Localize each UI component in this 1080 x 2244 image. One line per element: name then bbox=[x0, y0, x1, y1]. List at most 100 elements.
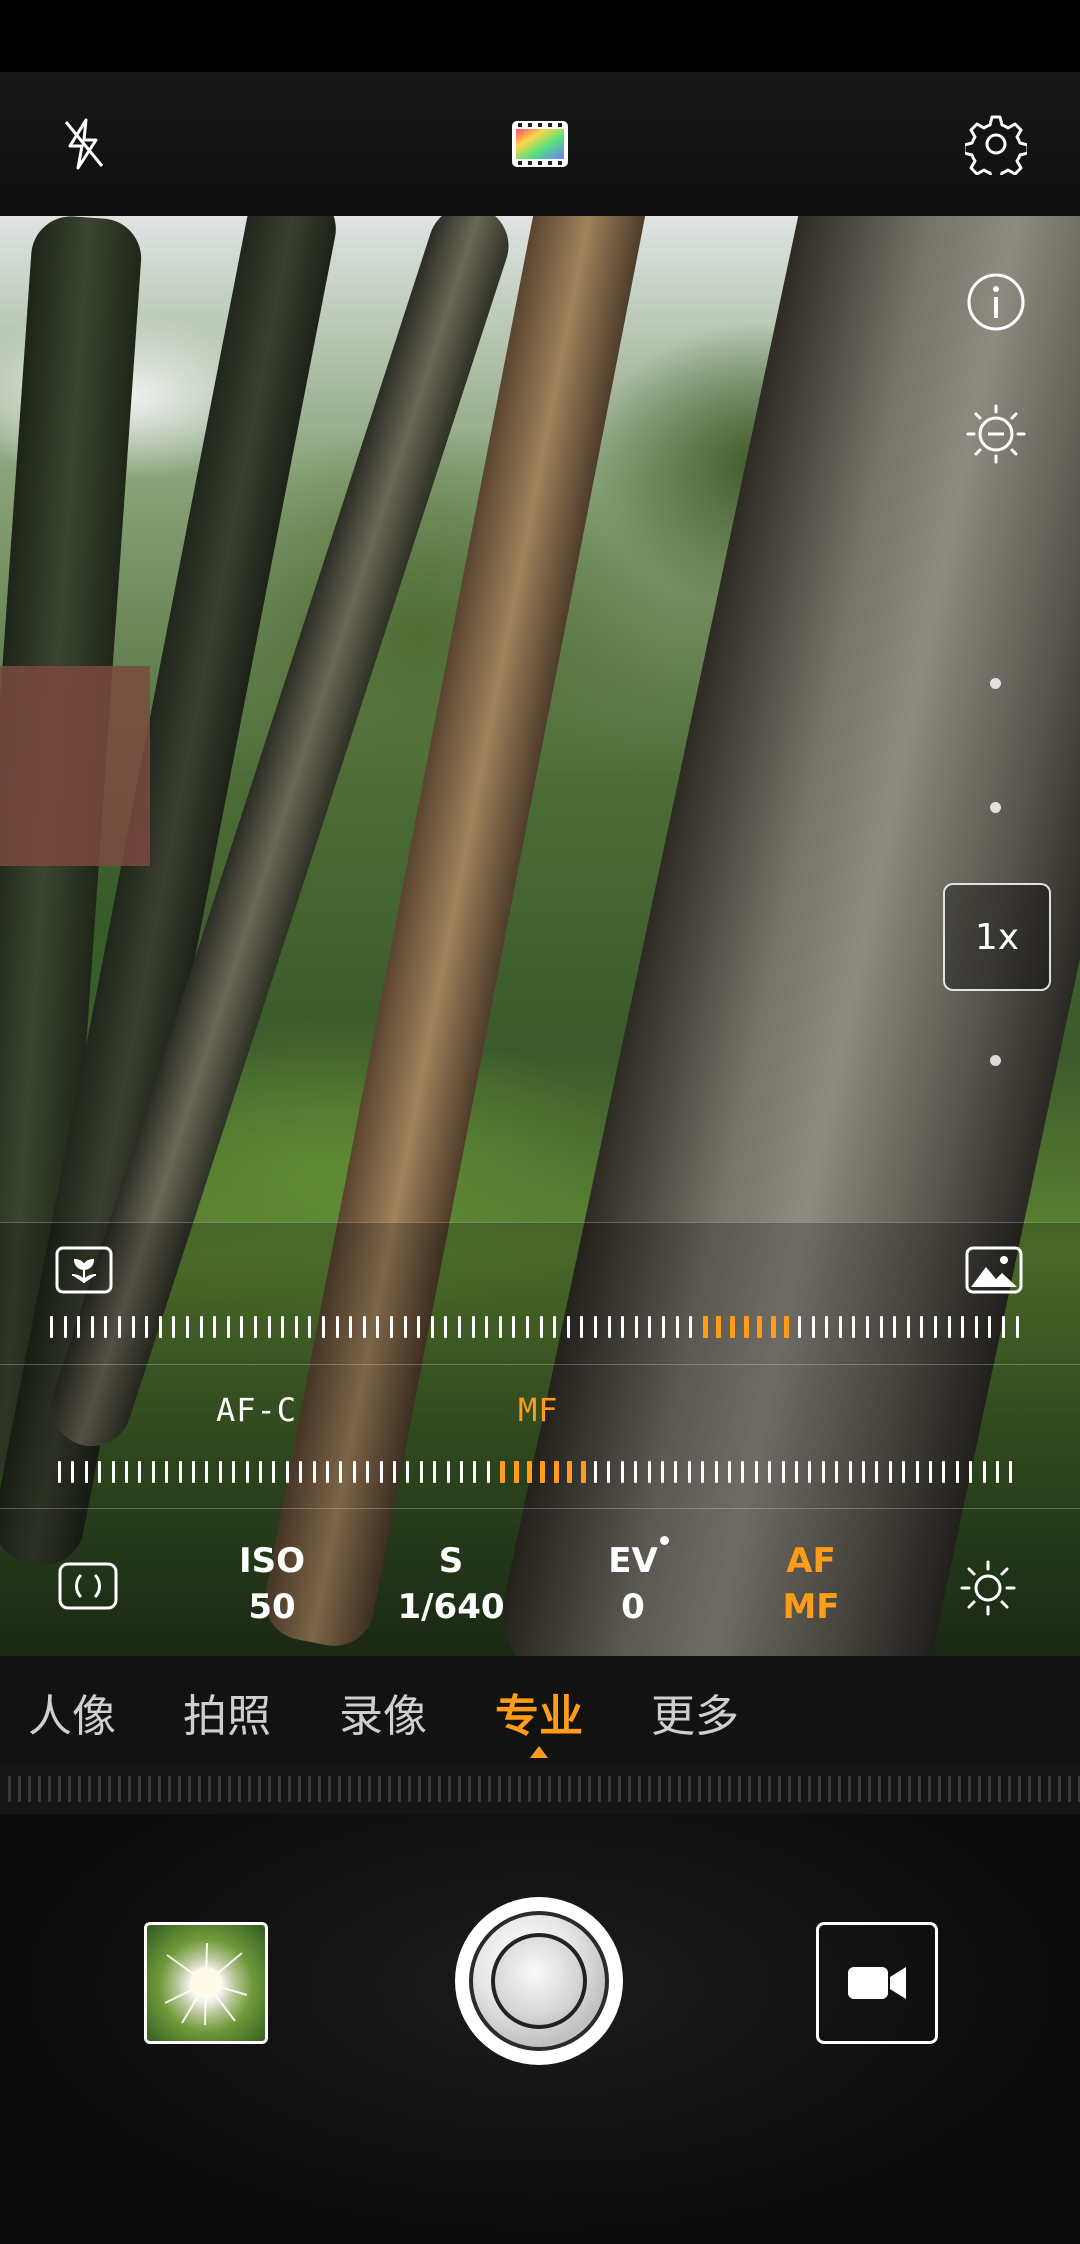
ruler-tick bbox=[661, 1461, 664, 1483]
strip-tick bbox=[518, 1776, 521, 1802]
ruler-tick bbox=[852, 1316, 856, 1338]
ruler-tick bbox=[259, 1461, 262, 1483]
strip-tick bbox=[738, 1776, 741, 1802]
strip-tick bbox=[248, 1776, 251, 1802]
zoom-dot[interactable] bbox=[990, 802, 1001, 813]
strip-tick bbox=[1048, 1776, 1051, 1802]
ruler-tick bbox=[701, 1461, 705, 1483]
divider bbox=[0, 1508, 1080, 1509]
ruler-tick bbox=[213, 1316, 217, 1338]
ruler-tick bbox=[500, 1461, 506, 1483]
ruler-tick bbox=[1002, 1316, 1005, 1338]
strip-tick bbox=[938, 1776, 941, 1802]
mode-video[interactable]: 录像 bbox=[339, 1680, 427, 1744]
ruler-tick bbox=[969, 1461, 973, 1483]
strip-tick bbox=[858, 1776, 861, 1802]
mode-scroll-strip[interactable] bbox=[0, 1764, 1080, 1814]
ruler-tick bbox=[974, 1316, 978, 1338]
video-camera-icon[interactable] bbox=[816, 1922, 938, 2044]
ruler-tick bbox=[906, 1316, 910, 1338]
ruler-tick bbox=[781, 1461, 785, 1483]
ruler-tick bbox=[50, 1316, 53, 1338]
strip-tick bbox=[48, 1776, 51, 1802]
ruler-tick bbox=[621, 1316, 625, 1338]
info-icon[interactable] bbox=[962, 268, 1030, 336]
strip-tick bbox=[658, 1776, 661, 1802]
ruler-tick bbox=[821, 1461, 825, 1483]
strip-tick bbox=[638, 1776, 641, 1802]
ruler-tick bbox=[875, 1461, 879, 1483]
strip-tick bbox=[648, 1776, 651, 1802]
ruler-tick bbox=[580, 1316, 584, 1338]
white-balance-icon[interactable] bbox=[956, 1556, 1020, 1620]
afc-label[interactable]: AF-C bbox=[216, 1391, 297, 1429]
strip-tick bbox=[218, 1776, 221, 1802]
flash-off-icon[interactable] bbox=[52, 112, 116, 176]
ruler-tick bbox=[145, 1316, 149, 1338]
top-toolbar bbox=[0, 72, 1080, 216]
strip-tick bbox=[28, 1776, 31, 1802]
strip-tick bbox=[88, 1776, 91, 1802]
ruler-tick bbox=[406, 1461, 410, 1483]
ruler-tick bbox=[955, 1461, 959, 1483]
strip-tick bbox=[548, 1776, 551, 1802]
mode-selector: 人像 拍照 录像 专业 更多 bbox=[0, 1656, 1080, 1764]
ruler-tick bbox=[192, 1461, 195, 1483]
ruler-tick bbox=[172, 1316, 176, 1338]
camera-viewfinder[interactable]: 1x AF-C MF ISO 50 S 1/640 EV 0 AF MF bbox=[0, 216, 1080, 1656]
strip-tick bbox=[708, 1776, 711, 1802]
ruler-tick bbox=[71, 1461, 75, 1483]
ruler-tick bbox=[349, 1316, 353, 1338]
ruler-tick bbox=[607, 1316, 611, 1338]
strip-tick bbox=[788, 1776, 791, 1802]
ruler-tick bbox=[947, 1316, 951, 1338]
shutter-control[interactable]: S 1/640 bbox=[396, 1538, 506, 1630]
color-filter-icon[interactable] bbox=[508, 116, 572, 172]
focus-mode-ruler[interactable] bbox=[58, 1461, 1024, 1483]
mode-more[interactable]: 更多 bbox=[651, 1680, 739, 1744]
gear-icon[interactable] bbox=[962, 110, 1030, 178]
gallery-thumbnail[interactable] bbox=[144, 1922, 268, 2044]
ruler-tick bbox=[714, 1461, 718, 1483]
macro-flower-icon[interactable] bbox=[52, 1242, 116, 1298]
landscape-icon[interactable] bbox=[962, 1242, 1026, 1298]
strip-tick bbox=[768, 1776, 771, 1802]
focus-control[interactable]: AF MF bbox=[778, 1538, 844, 1630]
focus-distance-ruler[interactable] bbox=[50, 1316, 1030, 1338]
mf-label[interactable]: MF bbox=[518, 1391, 559, 1429]
strip-tick bbox=[418, 1776, 421, 1802]
strip-tick bbox=[1008, 1776, 1011, 1802]
ruler-tick bbox=[553, 1316, 557, 1338]
ruler-tick bbox=[131, 1316, 135, 1338]
mode-photo[interactable]: 拍照 bbox=[183, 1680, 271, 1744]
ruler-tick bbox=[218, 1461, 222, 1483]
exposure-minus-icon[interactable] bbox=[962, 400, 1030, 468]
zoom-button[interactable]: 1x bbox=[943, 883, 1051, 991]
ruler-tick bbox=[446, 1461, 450, 1483]
ev-control[interactable]: EV 0 bbox=[598, 1538, 668, 1630]
ruler-tick bbox=[1009, 1461, 1013, 1483]
ruler-tick bbox=[362, 1316, 366, 1338]
strip-tick bbox=[958, 1776, 961, 1802]
ruler-tick bbox=[245, 1461, 249, 1483]
zoom-dot[interactable] bbox=[990, 1055, 1001, 1066]
ruler-tick bbox=[634, 1316, 638, 1338]
shutter-button[interactable] bbox=[455, 1897, 623, 2065]
ruler-tick bbox=[254, 1316, 257, 1338]
strip-tick bbox=[528, 1776, 531, 1802]
ruler-tick bbox=[58, 1461, 61, 1483]
metering-icon[interactable] bbox=[56, 1558, 120, 1614]
strip-tick bbox=[178, 1776, 181, 1802]
mode-portrait[interactable]: 人像 bbox=[28, 1680, 116, 1744]
mode-pro[interactable]: 专业 bbox=[495, 1680, 583, 1744]
ruler-tick bbox=[866, 1316, 869, 1338]
zoom-dot[interactable] bbox=[990, 678, 1001, 689]
ruler-tick bbox=[366, 1461, 370, 1483]
strip-tick bbox=[228, 1776, 231, 1802]
iso-control[interactable]: ISO 50 bbox=[232, 1538, 312, 1630]
ev-value: 0 bbox=[621, 1587, 645, 1627]
ruler-tick bbox=[312, 1461, 316, 1483]
shutter-value: 1/640 bbox=[397, 1587, 505, 1627]
ruler-tick bbox=[728, 1461, 731, 1483]
ruler-tick bbox=[430, 1316, 434, 1338]
